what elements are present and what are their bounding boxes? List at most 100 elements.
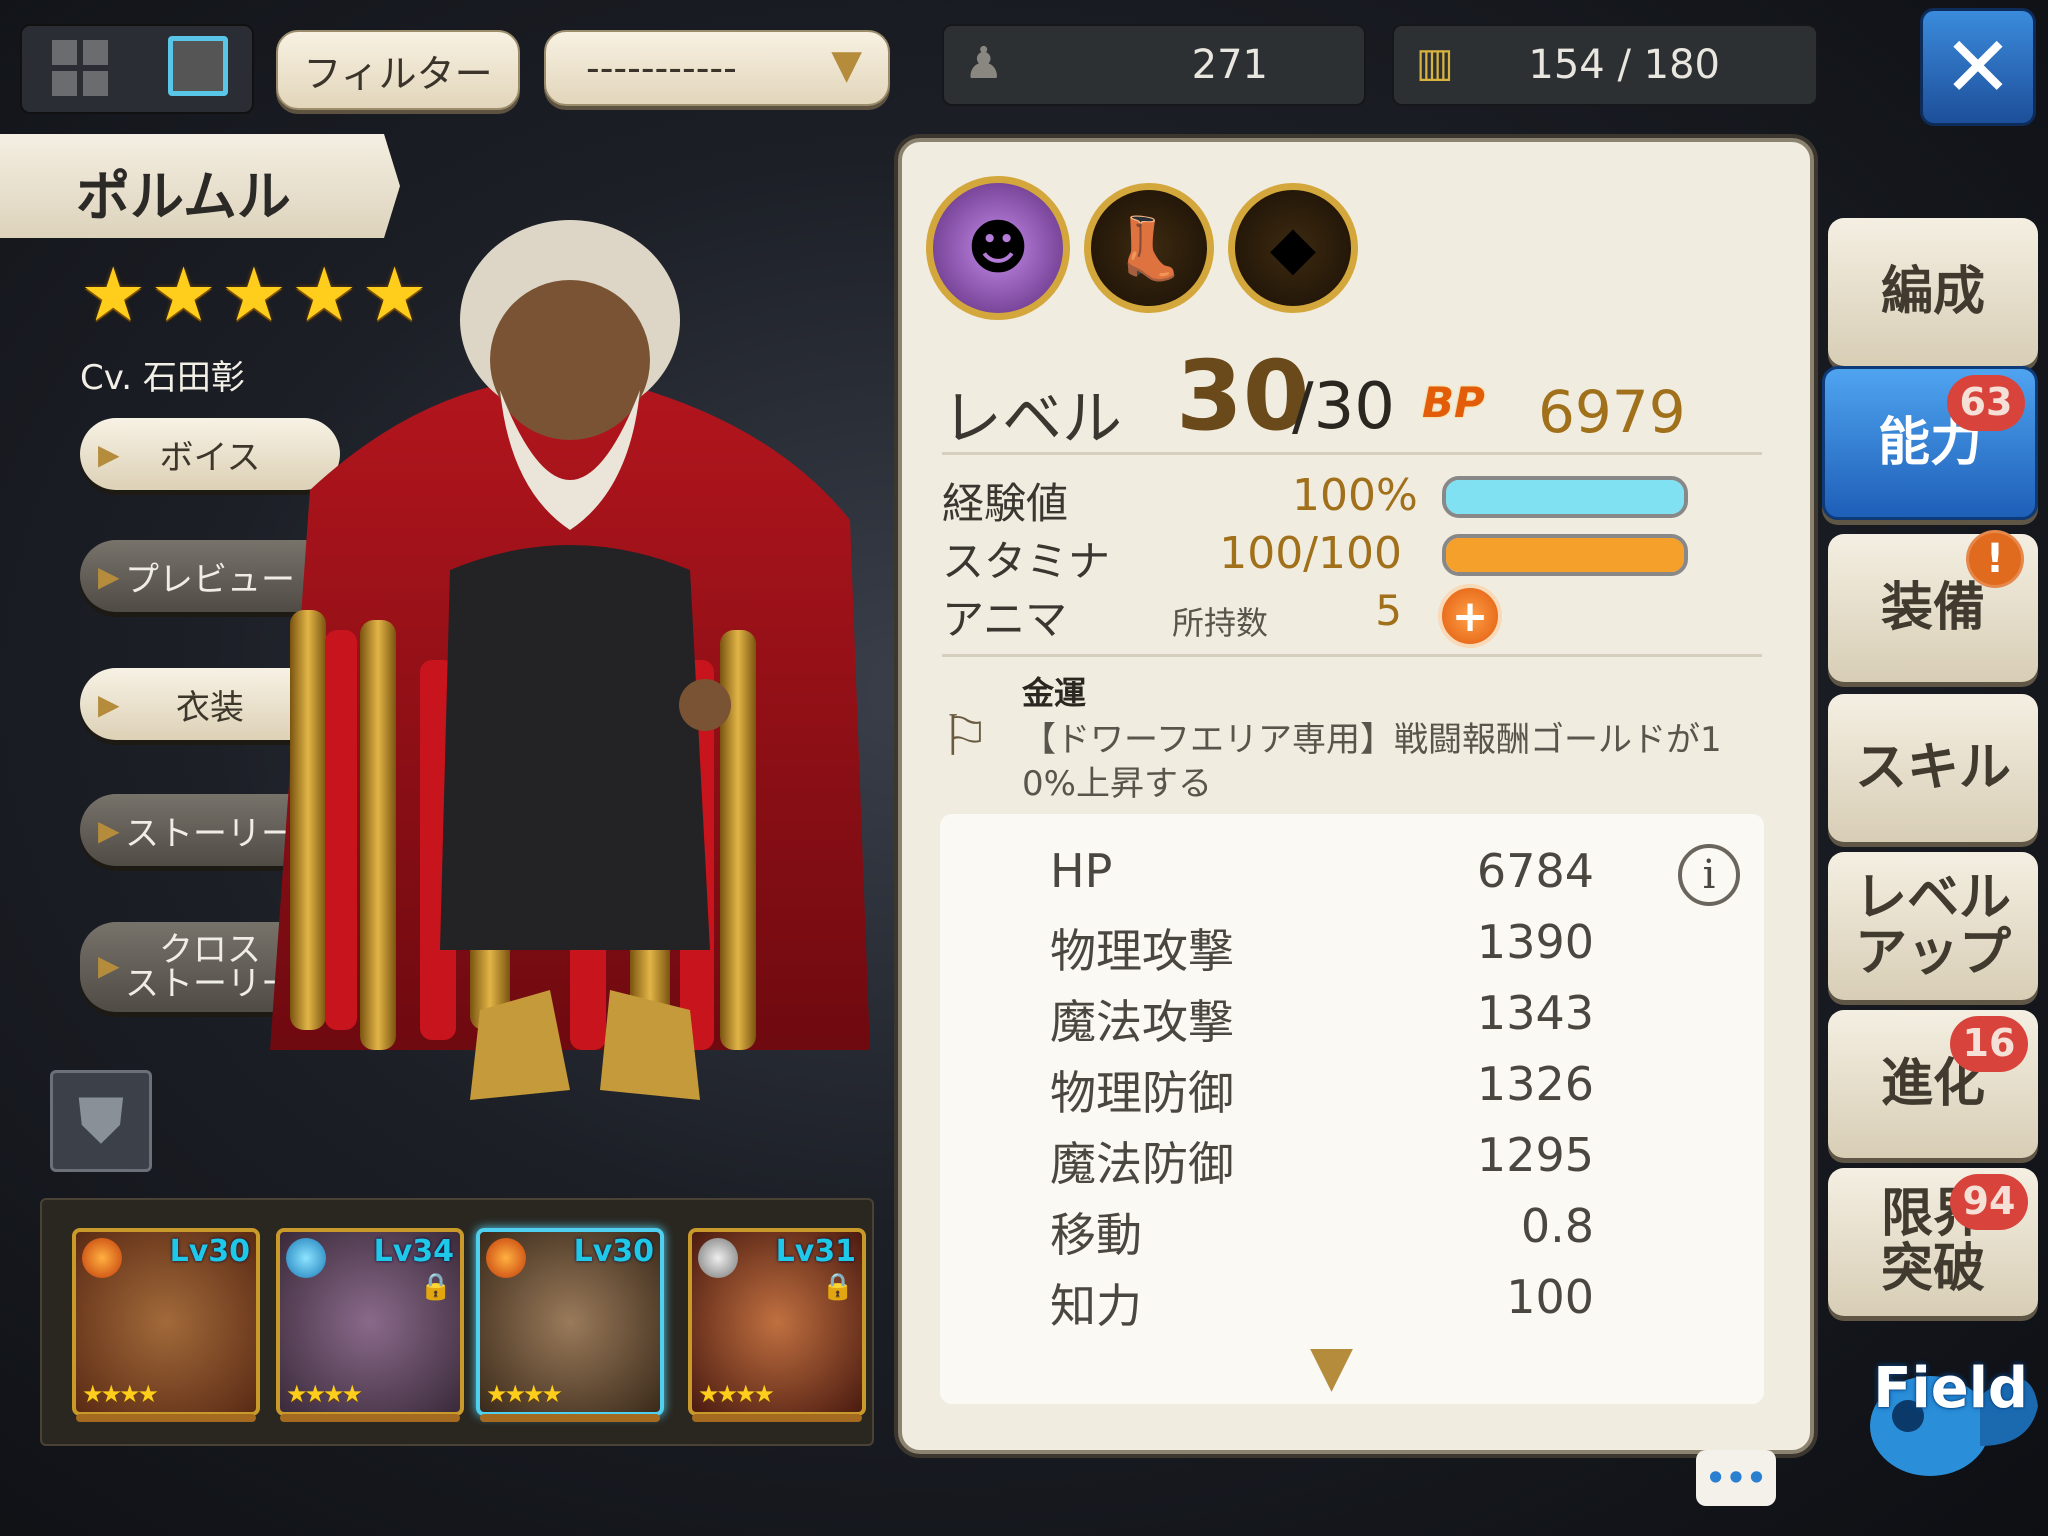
anima-owned-label: 所持数 [1172,604,1269,642]
stat-value: 1390 [1476,915,1594,969]
star-icon: ★ [80,252,147,338]
stat-value: 0.8 [1520,1199,1594,1253]
person-icon: ♟ [964,38,1004,89]
filter-button[interactable]: フィルター [276,30,520,110]
neutral-element-icon [698,1238,738,1278]
close-button[interactable]: ✕ [1920,8,2036,126]
stat-name: 知力 [1050,1279,1142,1333]
fire-element-icon [82,1238,122,1278]
stat-value: 1326 [1476,1057,1594,1111]
tab-label: 編成 [1880,261,1985,322]
unit-level: Lv30 [169,1234,250,1269]
field-button[interactable]: Field [1860,1336,2040,1486]
divider [942,654,1762,657]
stat-value: 6784 [1476,844,1594,898]
field-label: Field [1873,1356,2028,1421]
add-anima-button[interactable]: + [1438,584,1502,648]
cross-story-label-1: クロス [159,930,261,970]
tab-limit-break[interactable]: 限界 突破 94 [1828,1168,2038,1316]
lock-icon: 🔒 [821,1272,854,1302]
play-icon: ▶ [98,814,120,847]
sort-dropdown-value: ----------- [586,46,737,90]
character-portrait [270,220,870,1100]
status-panel: ☻ 👢 ◆ レベル 30 /30 BP 6979 経験値 100% スタミナ 1… [898,138,1814,1454]
shield-button[interactable]: ⛊ [50,1070,152,1172]
grid-view-icon[interactable] [52,40,108,96]
play-icon: ▶ [98,688,120,721]
tab-skill[interactable]: スキル [1828,694,2038,842]
stat-row-hp: HP 6784 [940,844,1764,914]
roster-unit-1[interactable]: Lv30 ★★★★ [72,1228,260,1416]
stat-row-mdef: 魔法防御 1295 [940,1128,1764,1198]
anima-label: アニマ [942,595,1068,644]
exp-bar [1442,476,1688,518]
unit-exp-bar [280,1414,460,1422]
bp-icon: BP [1422,378,1485,427]
notification-badge: 63 [1947,375,2025,431]
exp-label: 経験値 [942,479,1069,528]
unit-stars: ★★★★ [82,1380,159,1408]
unit-stars: ★★★★ [486,1380,563,1408]
voice-button-label: ボイス [159,437,261,478]
stat-row-move: 移動 0.8 [940,1199,1764,1269]
info-icon[interactable]: i [1678,844,1740,906]
tab-label: 装備 [1880,577,1985,638]
gold-badge-icon[interactable]: ◆ [1228,183,1358,313]
stat-name: 魔法防御 [1050,1137,1234,1191]
stat-name: 物理攻撃 [1050,924,1234,978]
close-icon: ✕ [1942,18,2014,116]
stat-row-matk: 魔法攻撃 1343 [940,986,1764,1056]
tab-evolution[interactable]: 進化 16 [1828,1010,2038,1158]
tab-label: スキル [1854,737,2011,798]
tab-equipment[interactable]: 装備! [1828,530,2038,682]
stamina-bar [1442,534,1688,576]
tab-label: アップ [1854,923,2011,983]
unit-count-box: ♟ 271 [942,24,1366,106]
stats-box: HP 6784 物理攻撃 1390 魔法攻撃 1343 物理防御 1326 魔法防御 12… [940,814,1764,1404]
chevron-down-icon: ▼ [831,42,862,88]
tab-levelup[interactable]: レベル アップ [1828,852,2038,1000]
anima-value: 5 [1375,586,1402,635]
roster-unit-4[interactable]: Lv31 🔒 ★★★★ [688,1228,866,1416]
mask-badge-icon[interactable]: ☻ [926,176,1070,320]
tab-formation[interactable]: 編成 [1828,218,2038,366]
chat-button[interactable]: ••• [1696,1450,1776,1506]
roster-unit-3-selected[interactable]: Lv30 ★★★★ [476,1228,664,1416]
unit-stars: ★★★★ [698,1380,775,1408]
star-icon: ★ [150,252,217,338]
notification-badge: 94 [1950,1174,2028,1230]
ability-desc-line1: 【ドワーフエリア専用】戦闘報酬ゴールドが1 [1022,720,1722,760]
tab-label: レベル [1854,868,2011,929]
flag-icon: ⚐ [940,704,991,769]
boots-badge-icon[interactable]: 👢 [1084,183,1214,313]
exp-value: 100% [1292,470,1418,521]
bp-value: 6979 [1538,378,1686,446]
plus-icon: + [1451,590,1489,642]
unit-count: 271 [1191,42,1268,88]
single-view-icon[interactable] [168,36,228,96]
play-icon: ▶ [98,949,120,982]
scroll-down-icon[interactable]: ▼ [1310,1334,1353,1399]
alert-icon: ! [1966,530,2024,588]
play-icon: ▶ [98,438,120,471]
stat-value: 100 [1506,1270,1594,1324]
stat-row-pdef: 物理防御 1326 [940,1057,1764,1127]
voice-actor: Cv. 石田彰 [80,358,245,398]
stat-value: 1343 [1476,986,1594,1040]
tab-ability[interactable]: 能力 63 [1822,366,2038,520]
unit-exp-bar [692,1414,862,1422]
unit-level: Lv34 [373,1234,454,1269]
ability-desc-line2: 0%上昇する [1022,764,1212,804]
cage-icon: ▥ [1416,40,1454,86]
level-max: /30 [1292,370,1395,444]
exp-bar-fill [1446,480,1684,514]
stat-name: 魔法攻撃 [1050,995,1234,1049]
sort-dropdown[interactable]: ----------- ▼ [544,30,890,106]
play-icon: ▶ [98,560,120,593]
stat-row-int: 知力 100 [940,1270,1764,1340]
badge-row: ☻ 👢 ◆ [926,176,1358,320]
stat-row-patk: 物理攻撃 1390 [940,915,1764,985]
costume-button-label: 衣装 [176,687,244,728]
roster-unit-2[interactable]: Lv34 🔒 ★★★★ [276,1228,464,1416]
ability-name: 金運 [1022,674,1087,712]
